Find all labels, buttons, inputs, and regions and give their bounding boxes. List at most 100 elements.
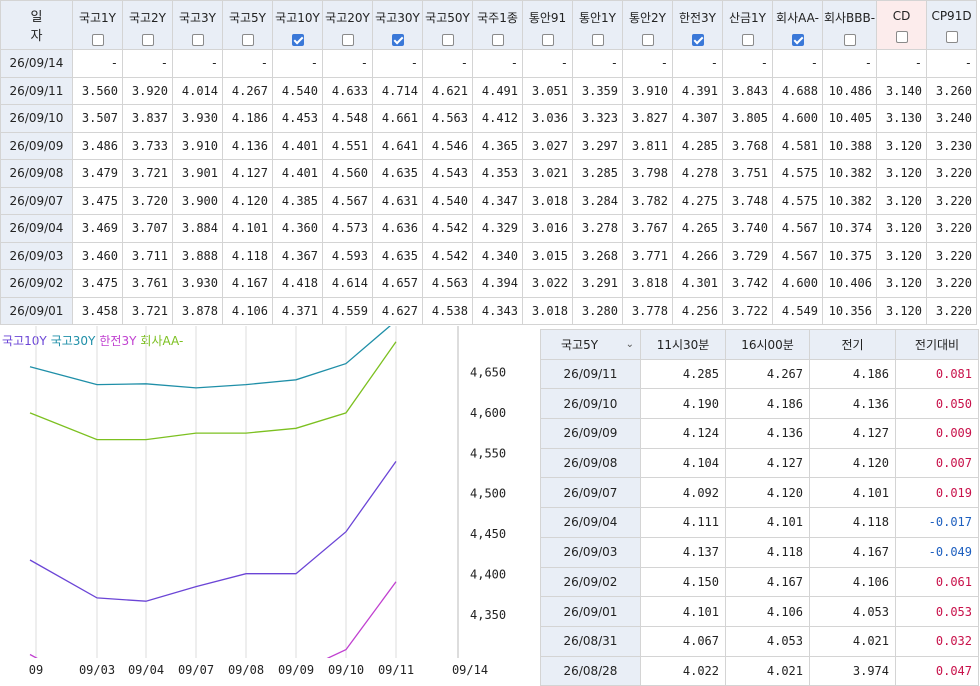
column-checkbox[interactable] [91, 34, 104, 46]
rate-cell: 3.884 [172, 214, 223, 243]
table-row[interactable]: 26/09/11 3.560 3.920 4.014 4.267 4.540 4.633 4.… [0, 76, 977, 105]
table-row[interactable]: 26/09/03 3.460 3.711 3.888 4.118 4.367 4.593 4.… [0, 241, 977, 270]
column-checkbox[interactable] [791, 34, 804, 46]
rate-cell: 4.256 [672, 296, 723, 325]
table-row[interactable]: 26/09/11 4.285 4.267 4.186 0.081 [540, 358, 979, 390]
column-checkbox[interactable] [945, 31, 958, 43]
rate-cell: - [876, 49, 927, 78]
rate-cell: 10.405 [822, 104, 877, 133]
column-checkbox[interactable] [491, 34, 504, 46]
column-checkbox[interactable] [241, 34, 254, 46]
column-checkbox[interactable] [741, 34, 754, 46]
rate-cell: 4.267 [222, 76, 273, 105]
rate-cell: 3.740 [722, 214, 773, 243]
table-row[interactable]: 26/08/31 4.067 4.053 4.021 0.032 [540, 625, 979, 657]
rate-cell: 3.021 [522, 159, 573, 188]
value-cell: 4.092 [640, 477, 726, 509]
diff-cell: 0.032 [895, 625, 979, 657]
value-cell: 4.167 [809, 536, 896, 568]
column-checkbox[interactable] [141, 34, 154, 46]
column-checkbox[interactable] [391, 34, 404, 46]
row-date: 26/09/03 [0, 241, 73, 270]
table-row[interactable]: 26/09/03 4.137 4.118 4.167 -0.049 [540, 536, 979, 568]
column-checkbox[interactable] [441, 34, 454, 46]
column-checkbox[interactable] [843, 34, 856, 46]
table-row[interactable]: 26/09/02 3.475 3.761 3.930 4.167 4.418 4.614 4.… [0, 269, 977, 298]
rate-cell: 4.627 [372, 296, 423, 325]
rate-chart[interactable]: 국고10Y 국고30Y 한전3Y 회사AA- 4,650 4,600 4,550 4,500… [0, 326, 540, 681]
table-row[interactable]: 26/09/08 3.479 3.721 3.901 4.127 4.401 4.560 4.… [0, 159, 977, 188]
rate-cell: 3.818 [622, 269, 673, 298]
rate-cell: 4.329 [472, 214, 523, 243]
rate-cell: 4.542 [422, 241, 473, 270]
y-tick-label: 4,650 [470, 366, 506, 380]
rate-cell: 4.127 [222, 159, 273, 188]
column-header: 국고5Y [222, 0, 273, 50]
rate-cell: 4.688 [772, 76, 823, 105]
table-row[interactable]: 26/09/14- - - - - - - - - - - - - - - - - - [0, 49, 977, 78]
column-checkbox[interactable] [641, 34, 654, 46]
column-checkbox[interactable] [541, 34, 554, 46]
column-header: 국주1종 [472, 0, 523, 50]
rate-cell: 3.120 [876, 296, 927, 325]
series-select[interactable]: 국고5Y ⌄ [540, 329, 641, 360]
rate-cell: 3.220 [926, 241, 977, 270]
table-row[interactable]: 26/09/09 3.486 3.733 3.910 4.136 4.401 4.551 4.… [0, 131, 977, 160]
column-checkbox[interactable] [591, 34, 604, 46]
column-checkbox[interactable] [341, 34, 354, 46]
table-row[interactable]: 26/09/01 4.101 4.106 4.053 0.053 [540, 596, 979, 627]
rate-cell: 4.540 [272, 76, 323, 105]
column-header-label: 국고30Y [375, 11, 420, 25]
x-tick-label: 09/11 [378, 663, 414, 677]
rate-cell: 3.782 [622, 186, 673, 215]
series-select-label: 국고5Y [561, 337, 599, 352]
rate-cell: 4.401 [272, 159, 323, 188]
chart-svg: 4,650 4,600 4,550 4,500 4,450 4,400 4,350 09 09/… [29, 326, 506, 677]
value-cell: 4.106 [725, 596, 810, 627]
value-cell: 4.167 [725, 566, 810, 598]
rate-cell: 4.600 [772, 104, 823, 133]
rate-cell: 3.475 [72, 269, 123, 298]
value-cell: 4.104 [640, 447, 726, 479]
series-line-0[interactable] [29, 461, 397, 602]
table-row[interactable]: 26/09/09 4.124 4.136 4.127 0.009 [540, 418, 979, 449]
table-row[interactable]: 26/09/01 3.458 3.721 3.878 4.106 4.371 4.559 4.… [0, 296, 977, 325]
table-row[interactable]: 26/09/04 4.111 4.101 4.118 -0.017 [540, 507, 979, 538]
rate-cell: 3.707 [122, 214, 173, 243]
column-header: 국고1Y [72, 0, 123, 50]
column-checkbox[interactable] [291, 34, 304, 46]
rate-cell: 4.365 [472, 131, 523, 160]
table-row[interactable]: 26/09/10 4.190 4.186 4.136 0.050 [540, 388, 979, 420]
rate-cell: 4.401 [272, 131, 323, 160]
column-header-label: 국고20Y [325, 11, 370, 25]
table-row[interactable]: 26/09/10 3.507 3.837 3.930 4.186 4.453 4.548 4.… [0, 104, 977, 133]
rate-cell: - [372, 49, 423, 78]
column-header-label: 산금1Y [728, 11, 767, 25]
column-header: 국고10Y [272, 0, 323, 50]
rate-cell: 3.711 [122, 241, 173, 270]
rate-cell: 3.878 [172, 296, 223, 325]
value-cell: 4.101 [809, 477, 896, 509]
table-row[interactable]: 26/09/07 4.092 4.120 4.101 0.019 [540, 477, 979, 509]
rate-cell: 4.136 [222, 131, 273, 160]
rate-cell: 3.051 [522, 76, 573, 105]
column-checkbox[interactable] [691, 34, 704, 46]
rate-cell: - [822, 49, 877, 78]
table-row[interactable]: 26/08/28 4.022 4.021 3.974 0.047 [540, 655, 979, 686]
series-line-3[interactable] [29, 341, 397, 441]
table-row[interactable]: 26/09/08 4.104 4.127 4.120 0.007 [540, 447, 979, 479]
column-checkbox[interactable] [895, 31, 908, 43]
diff-cell: 0.019 [895, 477, 979, 509]
x-tick-label: 09/14 [452, 663, 488, 677]
series-select-box[interactable]: 국고5Y ⌄ [541, 336, 640, 353]
series-line-1[interactable] [29, 326, 396, 389]
rates-grid: 일 자 국고1Y 국고2Y 국고3Y 국고5Y 국고10Y 국고20Y 국고30Y 국고50Y 국… [0, 0, 977, 325]
table-row[interactable]: 26/09/07 3.475 3.720 3.900 4.120 4.385 4.567 4.… [0, 186, 977, 215]
table-row[interactable]: 26/09/02 4.150 4.167 4.106 0.061 [540, 566, 979, 598]
table-row[interactable]: 26/09/04 3.469 3.707 3.884 4.101 4.360 4.573 4.… [0, 214, 977, 243]
rate-cell: - [122, 49, 173, 78]
column-checkbox[interactable] [191, 34, 204, 46]
chevron-down-icon[interactable]: ⌄ [626, 339, 634, 350]
rate-cell: 3.733 [122, 131, 173, 160]
column-header: 회사AA- [772, 0, 823, 50]
